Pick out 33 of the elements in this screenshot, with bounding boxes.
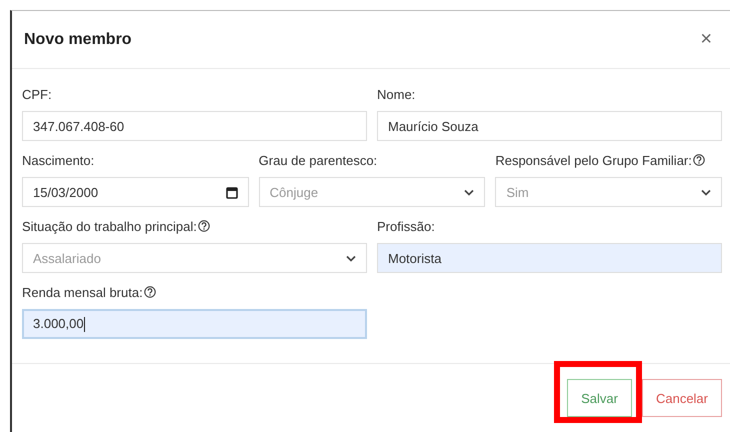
field-value: 15/03/2000 bbox=[33, 184, 98, 200]
field-value: Maurício Souza bbox=[388, 118, 478, 134]
field-value: Sim bbox=[506, 184, 529, 200]
field-label: Profissão: bbox=[377, 218, 435, 234]
field-value: 3.000,00 bbox=[33, 316, 85, 332]
input-field[interactable]: 347.067.408-60 bbox=[22, 111, 367, 141]
help-icon[interactable] bbox=[198, 220, 210, 232]
help-icon[interactable] bbox=[144, 286, 156, 298]
field-value: 347.067.408-60 bbox=[33, 118, 124, 134]
field-value: Cônjuge bbox=[270, 184, 318, 200]
field-label: CPF: bbox=[22, 86, 52, 102]
calendar-icon[interactable] bbox=[226, 186, 238, 198]
text-cursor bbox=[84, 317, 85, 332]
field-label: Nome: bbox=[377, 86, 416, 102]
close-button[interactable]: × bbox=[696, 28, 716, 51]
dialog-title: Novo membro bbox=[24, 30, 132, 48]
date-field[interactable]: 15/03/2000 bbox=[22, 177, 249, 207]
field-label: Nascimento: bbox=[22, 152, 94, 168]
field-label: Renda mensal bruta: bbox=[22, 284, 143, 300]
field-label: Grau de parentesco: bbox=[258, 152, 378, 168]
chevron-down-icon bbox=[464, 188, 474, 196]
input-field[interactable]: Motorista bbox=[377, 243, 722, 273]
chevron-down-icon bbox=[346, 254, 356, 262]
help-icon[interactable] bbox=[692, 154, 705, 166]
input-field[interactable]: 3.000,00 bbox=[22, 309, 367, 339]
input-field[interactable]: Maurício Souza bbox=[377, 111, 722, 141]
field-value: Assalariado bbox=[33, 250, 101, 266]
field-value: Motorista bbox=[388, 250, 442, 266]
chevron-down-icon bbox=[701, 188, 711, 196]
field-label: Responsável pelo Grupo Familiar: bbox=[495, 152, 692, 168]
cancel-button[interactable]: Cancelar bbox=[642, 379, 722, 417]
field-label: Situação do trabalho principal: bbox=[22, 218, 197, 234]
save-button[interactable]: Salvar bbox=[567, 379, 632, 417]
